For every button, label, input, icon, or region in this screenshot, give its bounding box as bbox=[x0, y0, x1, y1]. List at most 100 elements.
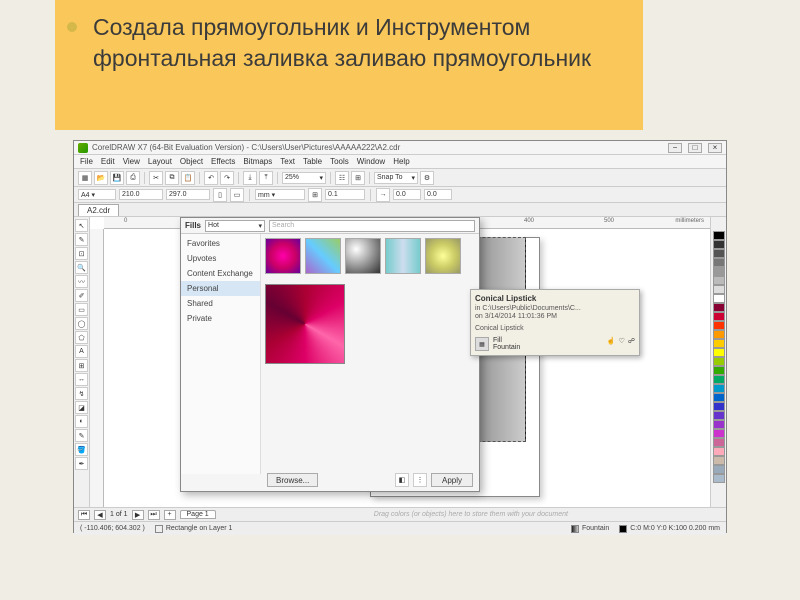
prev-page-button[interactable]: ◀ bbox=[94, 510, 106, 520]
color-swatch[interactable] bbox=[713, 231, 725, 240]
print-button[interactable]: ⎙ bbox=[126, 171, 140, 185]
doc-tab[interactable]: A2.cdr bbox=[78, 204, 119, 216]
page-size[interactable]: A4 ▾ bbox=[78, 189, 116, 200]
page-tab[interactable]: Page 1 bbox=[180, 510, 216, 519]
fill-thumb-1[interactable] bbox=[265, 238, 301, 274]
cat-private[interactable]: Private bbox=[181, 311, 260, 326]
close-button[interactable]: × bbox=[708, 143, 722, 153]
text-tool[interactable]: A bbox=[75, 345, 88, 358]
color-swatch[interactable] bbox=[713, 312, 725, 321]
save-button[interactable]: 💾 bbox=[110, 171, 124, 185]
color-swatch[interactable] bbox=[713, 375, 725, 384]
ellipse-tool[interactable]: ◯ bbox=[75, 317, 88, 330]
paste-button[interactable]: 📋 bbox=[181, 171, 195, 185]
eyedropper-tool[interactable]: ✎ bbox=[75, 429, 88, 442]
menu-text[interactable]: Text bbox=[280, 157, 295, 166]
pick-tool[interactable]: ↖ bbox=[75, 219, 88, 232]
cat-shared[interactable]: Shared bbox=[181, 296, 260, 311]
fill-thumb-4[interactable] bbox=[385, 238, 421, 274]
menu-view[interactable]: View bbox=[123, 157, 140, 166]
color-swatch[interactable] bbox=[713, 276, 725, 285]
dup-x[interactable]: 0.0 bbox=[393, 189, 421, 200]
page-width[interactable]: 210.0 bbox=[119, 189, 163, 200]
color-swatch[interactable] bbox=[713, 339, 725, 348]
menu-object[interactable]: Object bbox=[180, 157, 203, 166]
misc-a[interactable]: → bbox=[376, 188, 390, 202]
artistic-tool[interactable]: ✐ bbox=[75, 289, 88, 302]
color-swatch[interactable] bbox=[713, 474, 725, 483]
dropshadow-tool[interactable]: ◪ bbox=[75, 401, 88, 414]
new-button[interactable]: ▦ bbox=[78, 171, 92, 185]
color-swatch[interactable] bbox=[713, 249, 725, 258]
color-swatch[interactable] bbox=[713, 465, 725, 474]
tool-b[interactable]: ⊞ bbox=[351, 171, 365, 185]
color-swatch[interactable] bbox=[713, 447, 725, 456]
color-swatch[interactable] bbox=[713, 366, 725, 375]
crop-tool[interactable]: ⊡ bbox=[75, 247, 88, 260]
copy-button[interactable]: ⧉ bbox=[165, 171, 179, 185]
fill-preview-big[interactable] bbox=[265, 284, 345, 364]
menu-bitmaps[interactable]: Bitmaps bbox=[243, 157, 272, 166]
zoom-combo[interactable]: 25%▾ bbox=[282, 172, 326, 184]
dimension-tool[interactable]: ↔ bbox=[75, 373, 88, 386]
color-swatch[interactable] bbox=[713, 294, 725, 303]
color-swatch[interactable] bbox=[713, 321, 725, 330]
color-swatch[interactable] bbox=[713, 429, 725, 438]
connector-tool[interactable]: ↯ bbox=[75, 387, 88, 400]
fills-filter-combo[interactable]: Hot▾ bbox=[205, 220, 265, 232]
menu-tools[interactable]: Tools bbox=[330, 157, 349, 166]
menu-edit[interactable]: Edit bbox=[101, 157, 115, 166]
fill-thumb-2[interactable] bbox=[305, 238, 341, 274]
maximize-button[interactable]: □ bbox=[688, 143, 702, 153]
first-page-button[interactable]: ⏮ bbox=[78, 510, 90, 520]
menu-window[interactable]: Window bbox=[357, 157, 385, 166]
dup-y[interactable]: 0.0 bbox=[424, 189, 452, 200]
minimize-button[interactable]: − bbox=[668, 143, 682, 153]
color-swatch[interactable] bbox=[713, 411, 725, 420]
outline-tool[interactable]: ✒ bbox=[75, 457, 88, 470]
cat-favorites[interactable]: Favorites bbox=[181, 236, 260, 251]
last-page-button[interactable]: ⏭ bbox=[148, 510, 160, 520]
color-swatch[interactable] bbox=[713, 330, 725, 339]
opts-button[interactable]: ⚙ bbox=[420, 171, 434, 185]
shape-tool[interactable]: ✎ bbox=[75, 233, 88, 246]
zoom-tool[interactable]: 🔍 bbox=[75, 261, 88, 274]
page-height[interactable]: 297.0 bbox=[166, 189, 210, 200]
menu-layout[interactable]: Layout bbox=[148, 157, 172, 166]
color-swatch[interactable] bbox=[713, 267, 725, 276]
color-swatch[interactable] bbox=[713, 348, 725, 357]
next-page-button[interactable]: ▶ bbox=[132, 510, 144, 520]
share-icon[interactable]: ☍ bbox=[628, 337, 635, 351]
table-tool[interactable]: ⊞ bbox=[75, 359, 88, 372]
undo-button[interactable]: ↶ bbox=[204, 171, 218, 185]
fav-icon[interactable]: ♡ bbox=[619, 337, 625, 351]
tool-a[interactable]: ☷ bbox=[335, 171, 349, 185]
color-swatch[interactable] bbox=[713, 258, 725, 267]
browse-button[interactable]: Browse... bbox=[267, 473, 318, 487]
color-swatch[interactable] bbox=[713, 357, 725, 366]
cat-personal[interactable]: Personal bbox=[181, 281, 260, 296]
export-button[interactable]: ⤒ bbox=[259, 171, 273, 185]
color-swatch[interactable] bbox=[713, 438, 725, 447]
rectangle-tool[interactable]: ▭ bbox=[75, 303, 88, 316]
color-swatch[interactable] bbox=[713, 285, 725, 294]
redo-button[interactable]: ↷ bbox=[220, 171, 234, 185]
color-swatch[interactable] bbox=[713, 456, 725, 465]
transparency-tool[interactable]: ◐ bbox=[75, 415, 88, 428]
polygon-tool[interactable]: ⬠ bbox=[75, 331, 88, 344]
menu-table[interactable]: Table bbox=[303, 157, 322, 166]
import-button[interactable]: ⤓ bbox=[243, 171, 257, 185]
nudge[interactable]: 0.1 bbox=[325, 189, 365, 200]
units-combo[interactable]: mm ▾ bbox=[255, 189, 305, 200]
cat-upvotes[interactable]: Upvotes bbox=[181, 251, 260, 266]
menu-file[interactable]: File bbox=[80, 157, 93, 166]
color-swatch[interactable] bbox=[713, 420, 725, 429]
color-swatch[interactable] bbox=[713, 384, 725, 393]
open-button[interactable]: 📂 bbox=[94, 171, 108, 185]
snap-combo[interactable]: Snap To▾ bbox=[374, 172, 418, 184]
color-swatch[interactable] bbox=[713, 393, 725, 402]
like-icon[interactable]: ☝ bbox=[607, 337, 616, 351]
cat-content-exchange[interactable]: Content Exchange bbox=[181, 266, 260, 281]
cut-button[interactable]: ✂ bbox=[149, 171, 163, 185]
add-page-button[interactable]: + bbox=[164, 510, 176, 520]
